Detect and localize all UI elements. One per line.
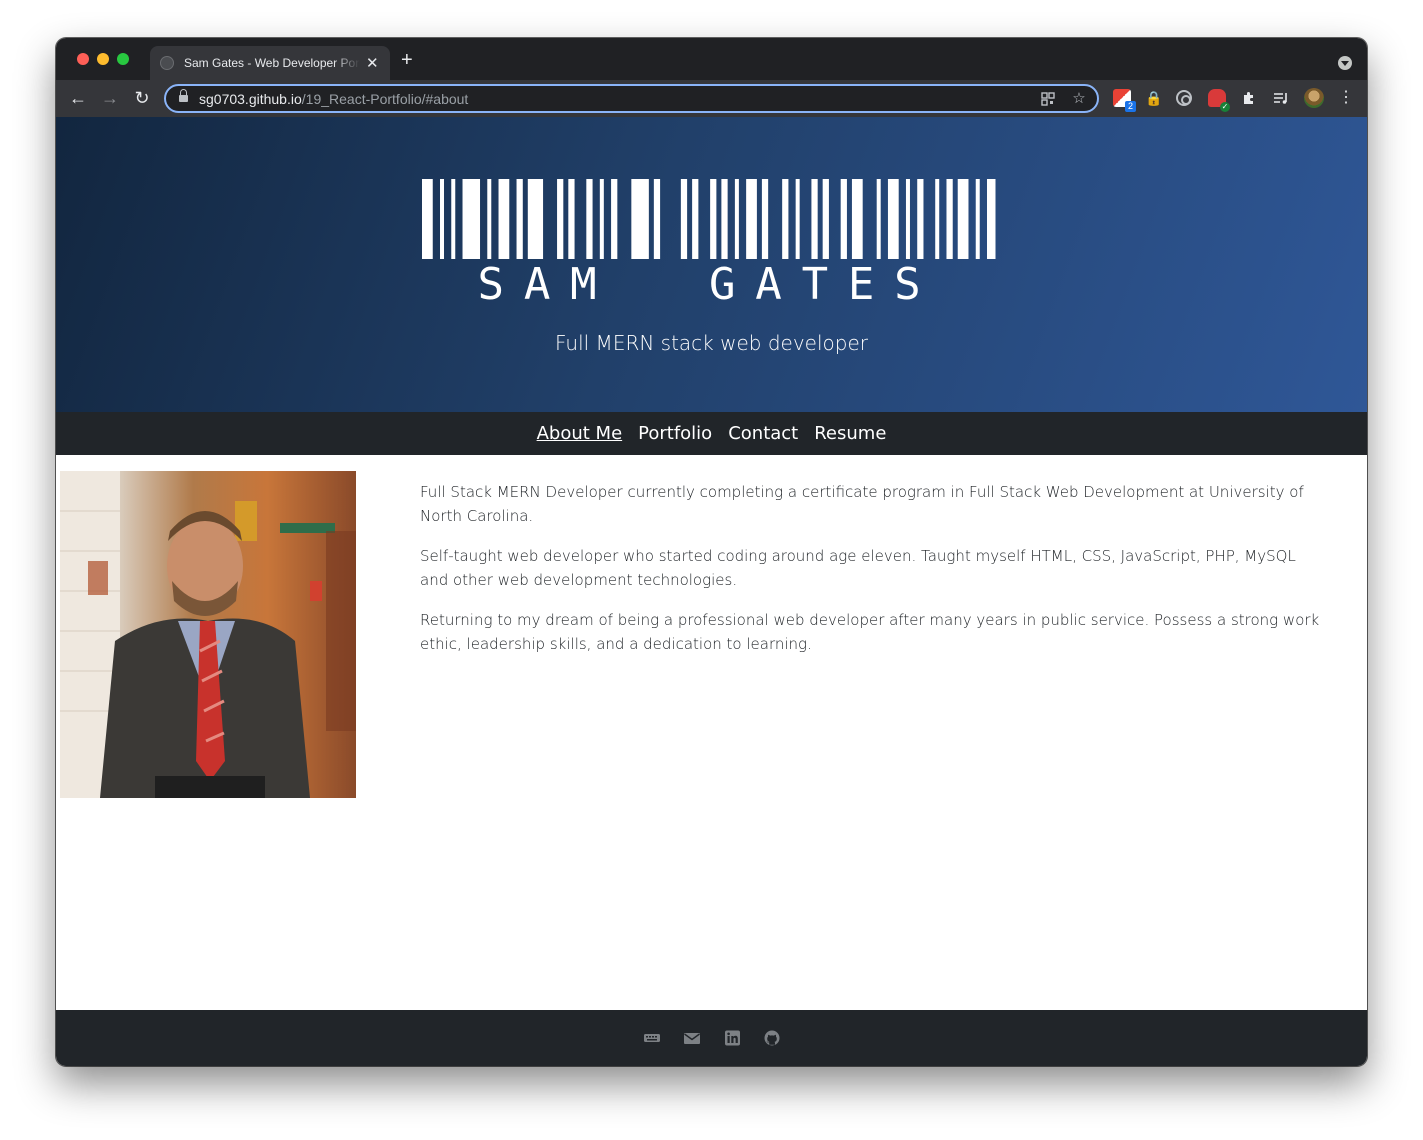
close-window-button[interactable] (77, 53, 89, 65)
minimize-window-button[interactable] (97, 53, 109, 65)
more-menu-icon[interactable]: ⋮ (1338, 88, 1354, 108)
barcode-bar (527, 179, 544, 259)
keyboard-icon[interactable] (643, 1030, 661, 1046)
profile-photo (60, 471, 356, 798)
about-paragraph: Returning to my dream of being a profess… (420, 611, 1320, 653)
barcode-bar (680, 179, 688, 259)
barcode-bar (795, 179, 800, 259)
reload-icon[interactable]: ↻ (132, 88, 152, 108)
about-paragraph: Self-taught web developer who started co… (420, 547, 1296, 589)
address-bar[interactable]: sg0703.github.io/19_React-Portfolio/#abo… (164, 84, 1099, 113)
extension-icon[interactable]: 2 (1113, 89, 1136, 112)
main-nav: About Me Portfolio Contact Resume (56, 412, 1367, 455)
barcode-bar (917, 179, 924, 259)
barcode-bar (451, 179, 456, 259)
github-icon[interactable] (763, 1030, 781, 1046)
back-arrow-icon[interactable]: ← (68, 88, 88, 108)
barcode-bar (957, 179, 969, 259)
web-page: SAM GATES Full MERN stack web developer … (56, 117, 1367, 1066)
barcode-bar (462, 179, 481, 259)
browser-toolbar: ← → ↻ sg0703.github.io/19_React-Portfoli… (56, 80, 1367, 117)
maximize-window-button[interactable] (117, 53, 129, 65)
media-queue-icon[interactable] (1272, 89, 1290, 107)
barcode-bar (586, 179, 593, 259)
barcode-bar (710, 179, 717, 259)
close-tab-icon[interactable]: ✕ (366, 56, 379, 71)
barcode-bar (734, 179, 739, 259)
hero-header: SAM GATES Full MERN stack web developer (56, 117, 1367, 412)
barcode-bar (721, 179, 728, 259)
barcode-bar (422, 179, 433, 259)
forward-arrow-icon[interactable]: → (100, 88, 120, 108)
barcode-bar (876, 179, 881, 259)
barcode-bar (631, 179, 649, 259)
barcode-bar (568, 179, 575, 259)
barcode-bar (440, 179, 445, 259)
logo-name: SAM GATES (477, 259, 941, 310)
barcode-bar (822, 179, 829, 259)
barcode-bar (905, 179, 910, 259)
barcode-bar (557, 179, 564, 259)
barcode-bar (946, 179, 953, 259)
barcode-bar (761, 179, 769, 259)
barcode-bar (987, 179, 996, 259)
lock-icon[interactable] (179, 89, 188, 103)
barcode-bar (851, 179, 863, 259)
padlock-extension-icon[interactable]: 🔒 (1145, 89, 1163, 107)
url-text[interactable]: sg0703.github.io/19_React-Portfolio/#abo… (199, 91, 468, 107)
barcode-bar (599, 179, 604, 259)
target-extension-icon[interactable] (1176, 90, 1192, 106)
tab-search-icon[interactable] (1338, 56, 1352, 70)
browser-window: Sam Gates - Web Developer Portfolio ✕ + … (56, 38, 1367, 1066)
barcode-bar (975, 179, 980, 259)
barcode-bar (653, 179, 661, 259)
barcode-bar (840, 179, 847, 259)
site-footer (56, 1010, 1367, 1066)
about-paragraph: Full Stack MERN Developer currently comp… (420, 483, 1304, 525)
bookmark-star-icon[interactable]: ☆ (1070, 90, 1088, 108)
barcode-bar (487, 179, 492, 259)
tab-strip: Sam Gates - Web Developer Portfolio ✕ + (56, 38, 1367, 80)
red-extension-icon[interactable]: ✓ (1208, 89, 1230, 112)
globe-icon (160, 56, 174, 70)
nav-item-portfolio[interactable]: Portfolio (638, 423, 712, 444)
barcode-bar (498, 179, 510, 259)
envelope-icon[interactable] (683, 1030, 701, 1046)
puzzle-extensions-icon[interactable] (1240, 89, 1258, 107)
barcode-bar (782, 179, 789, 259)
new-tab-button[interactable]: + (401, 50, 413, 70)
about-section: Full Stack MERN Developer currently comp… (56, 455, 1367, 1010)
about-text: Full Stack MERN Developer currently comp… (420, 480, 1320, 672)
qr-code-icon[interactable] (1039, 90, 1057, 108)
barcode-bar (811, 179, 818, 259)
barcode-bar (611, 179, 618, 259)
linkedin-icon[interactable] (723, 1030, 741, 1046)
profile-avatar[interactable] (1304, 88, 1324, 108)
barcode-logo (422, 179, 996, 259)
nav-item-contact[interactable]: Contact (728, 423, 798, 444)
hero-tagline: Full MERN stack web developer (555, 331, 868, 355)
barcode-bar (935, 179, 940, 259)
tab-title: Sam Gates - Web Developer Portfolio (184, 56, 360, 70)
barcode-bar (746, 179, 757, 259)
barcode-bar (516, 179, 523, 259)
browser-tab[interactable]: Sam Gates - Web Developer Portfolio ✕ (150, 46, 390, 80)
barcode-bar (692, 179, 699, 259)
barcode-bar (887, 179, 899, 259)
nav-item-about-me[interactable]: About Me (537, 423, 623, 444)
nav-item-resume[interactable]: Resume (814, 423, 886, 444)
